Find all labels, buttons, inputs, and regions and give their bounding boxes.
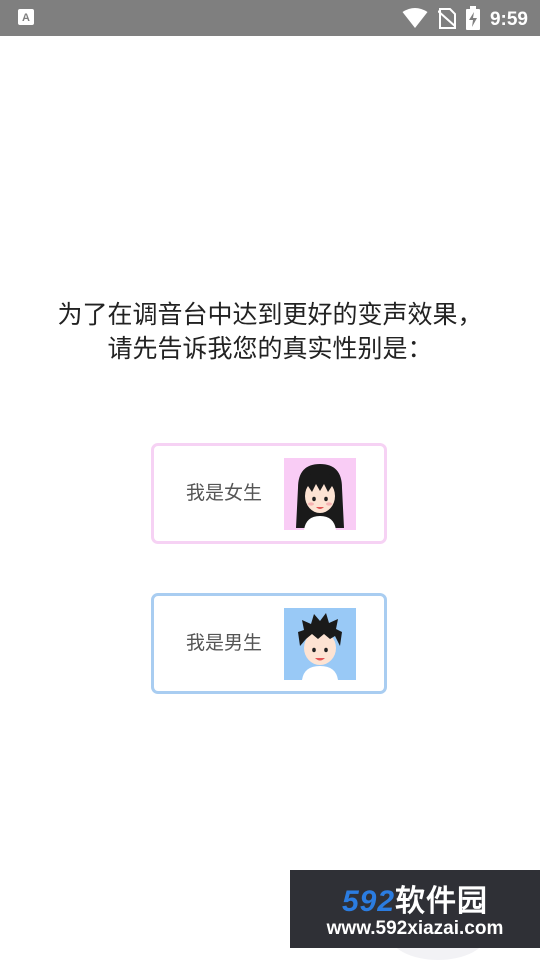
prompt-line-2: 请先告诉我您的真实性别是： bbox=[107, 334, 433, 363]
battery-charging-icon bbox=[465, 6, 480, 34]
prompt-line-1: 为了在调音台中达到更好的变声效果， bbox=[57, 300, 483, 329]
male-option-label: 我是男生 bbox=[186, 632, 263, 654]
wifi-icon bbox=[402, 7, 428, 33]
status-time: 9:59 bbox=[489, 9, 528, 30]
no-sim-icon bbox=[437, 7, 457, 33]
app-notification-icon: A bbox=[18, 9, 34, 29]
girl-avatar-icon bbox=[284, 458, 356, 530]
watermark-brand: 592软件园 bbox=[290, 876, 540, 920]
watermark-overlay: 592软件园 www.592xiazai.com bbox=[290, 870, 540, 948]
watermark-url: www.592xiazai.com bbox=[326, 918, 504, 939]
female-option-label: 我是女生 bbox=[186, 482, 263, 504]
gender-prompt: 为了在调音台中达到更好的变声效果， 请先告诉我您的真实性别是： bbox=[0, 298, 540, 366]
watermark-brand-number: 592 bbox=[341, 885, 396, 918]
svg-text:A: A bbox=[22, 12, 30, 24]
boy-avatar-icon bbox=[284, 608, 356, 680]
male-option-button[interactable]: 我是男生 bbox=[151, 593, 387, 694]
female-option-button[interactable]: 我是女生 bbox=[151, 443, 387, 544]
watermark-brand-text: 软件园 bbox=[395, 885, 489, 918]
status-bar: A 9:59 bbox=[0, 0, 540, 36]
